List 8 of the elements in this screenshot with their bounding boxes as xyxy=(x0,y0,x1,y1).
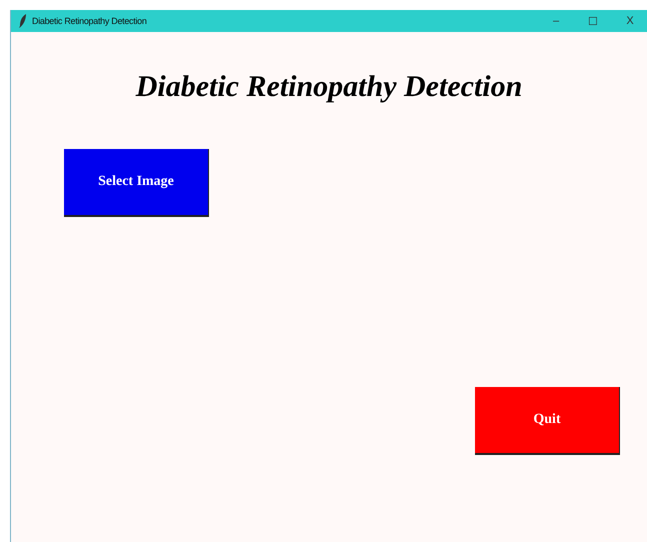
close-button[interactable]: X xyxy=(615,15,645,27)
feather-icon xyxy=(19,14,27,28)
app-heading: Diabetic Retinopathy Detection xyxy=(136,70,522,104)
select-image-button[interactable]: Select Image xyxy=(64,149,209,217)
maximize-button[interactable]: ☐ xyxy=(578,14,608,28)
quit-button[interactable]: Quit xyxy=(475,387,620,455)
window-title: Diabetic Retinopathy Detection xyxy=(32,16,147,26)
minimize-button[interactable]: – xyxy=(541,15,571,27)
